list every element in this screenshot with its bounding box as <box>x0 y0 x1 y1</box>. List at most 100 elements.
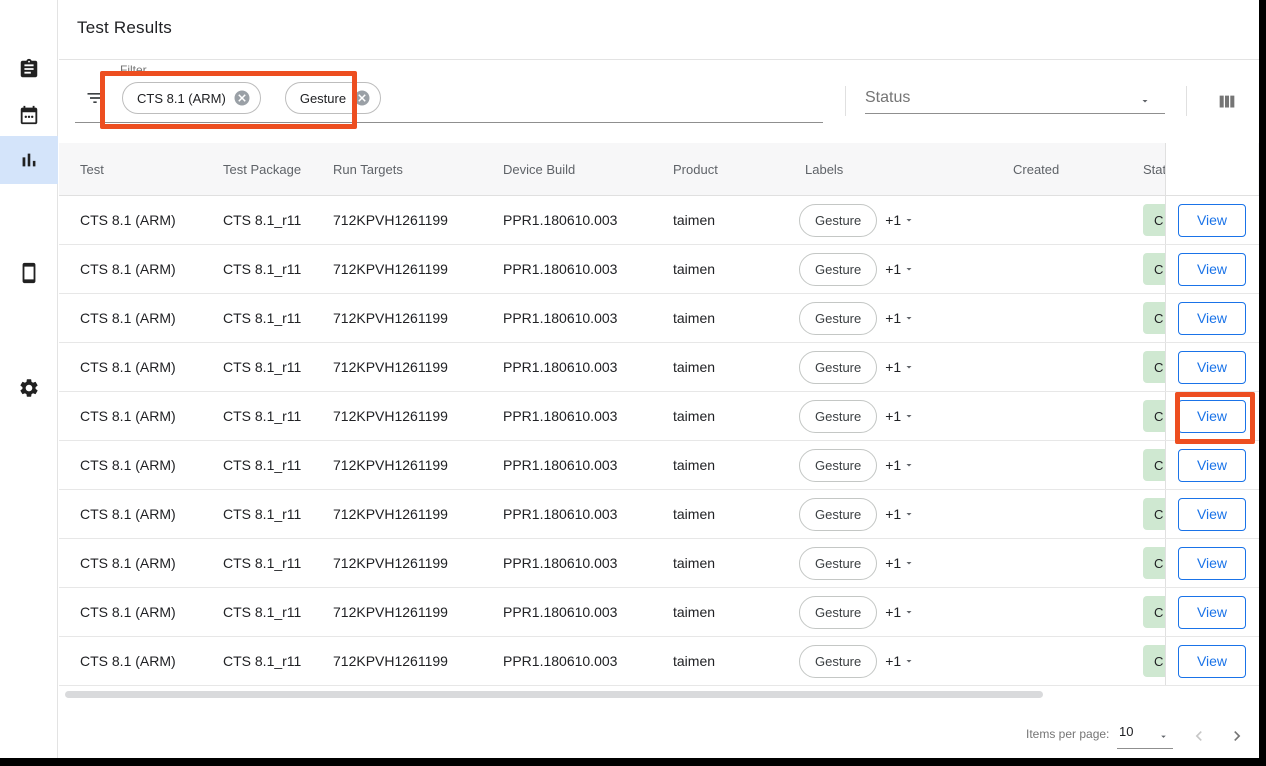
table-row: CTS 8.1 (ARM) CTS 8.1_r11 712KPVH1261199… <box>59 196 1259 245</box>
more-labels-dropdown[interactable]: +1 <box>885 261 915 277</box>
more-labels-dropdown[interactable]: +1 <box>885 457 915 473</box>
label-chip: Gesture <box>799 253 877 286</box>
sidebar-item-test-plans[interactable] <box>0 45 58 93</box>
label-chip: Gesture <box>799 547 877 580</box>
sidebar-item-schedule[interactable] <box>0 91 58 139</box>
table-row: CTS 8.1 (ARM) CTS 8.1_r11 712KPVH1261199… <box>59 441 1259 490</box>
table-row: CTS 8.1 (ARM) CTS 8.1_r11 712KPVH1261199… <box>59 245 1259 294</box>
cell-device-build: PPR1.180610.003 <box>503 261 673 277</box>
more-labels-dropdown[interactable]: +1 <box>885 212 915 228</box>
items-per-page-select[interactable]: 10 <box>1117 722 1173 749</box>
cell-actions: View <box>1165 245 1258 293</box>
view-button[interactable]: View <box>1178 547 1246 580</box>
more-labels-count: +1 <box>885 555 901 571</box>
filter-chip-cts[interactable]: CTS 8.1 (ARM) <box>122 82 261 114</box>
cell-test-package: CTS 8.1_r11 <box>223 408 333 424</box>
more-labels-dropdown[interactable]: +1 <box>885 653 915 669</box>
filter-list-icon[interactable] <box>85 88 105 113</box>
cell-product: taimen <box>673 310 805 326</box>
label-chip: Gesture <box>799 498 877 531</box>
sidebar-item-test-results[interactable] <box>0 136 58 184</box>
cell-test-package: CTS 8.1_r11 <box>223 604 333 620</box>
cell-device-build: PPR1.180610.003 <box>503 359 673 375</box>
cell-product: taimen <box>673 408 805 424</box>
column-header-device-build: Device Build <box>503 162 673 177</box>
view-button[interactable]: View <box>1178 400 1246 433</box>
cell-product: taimen <box>673 506 805 522</box>
next-page-button[interactable] <box>1224 723 1250 749</box>
dropdown-arrow-icon <box>903 214 915 226</box>
status-filter-select[interactable]: Status <box>865 86 1165 114</box>
cell-run-targets: 712KPVH1261199 <box>333 310 503 326</box>
cell-test-package: CTS 8.1_r11 <box>223 212 333 228</box>
cell-status: C <box>1141 204 1165 236</box>
more-labels-dropdown[interactable]: +1 <box>885 408 915 424</box>
cell-actions: View <box>1165 490 1258 538</box>
view-button[interactable]: View <box>1178 449 1246 482</box>
filter-chip-label: CTS 8.1 (ARM) <box>137 91 226 106</box>
cell-labels: Gesture +1 <box>805 302 1013 335</box>
view-button[interactable]: View <box>1178 302 1246 335</box>
dropdown-arrow-icon <box>903 655 915 667</box>
cell-actions: View <box>1165 588 1258 636</box>
page-title: Test Results <box>77 18 172 38</box>
column-header-product: Product <box>673 162 805 177</box>
filter-chip-label: Gesture <box>300 91 346 106</box>
status-chip: C <box>1143 351 1165 383</box>
sidebar <box>0 0 58 758</box>
more-labels-dropdown[interactable]: +1 <box>885 310 915 326</box>
more-labels-count: +1 <box>885 653 901 669</box>
clipboard-icon <box>18 58 40 80</box>
cell-device-build: PPR1.180610.003 <box>503 212 673 228</box>
cell-test-package: CTS 8.1_r11 <box>223 653 333 669</box>
view-button[interactable]: View <box>1178 253 1246 286</box>
cell-test-package: CTS 8.1_r11 <box>223 506 333 522</box>
sidebar-item-settings[interactable] <box>0 364 58 412</box>
view-button[interactable]: View <box>1178 204 1246 237</box>
status-chip: C <box>1143 596 1165 628</box>
cell-test: CTS 8.1 (ARM) <box>80 506 223 522</box>
divider <box>1186 86 1187 116</box>
filter-chip-gesture[interactable]: Gesture <box>285 82 381 114</box>
filter-input-underline[interactable] <box>75 122 823 123</box>
table-row: CTS 8.1 (ARM) CTS 8.1_r11 712KPVH1261199… <box>59 294 1259 343</box>
table-row: CTS 8.1 (ARM) CTS 8.1_r11 712KPVH1261199… <box>59 343 1259 392</box>
view-button[interactable]: View <box>1178 498 1246 531</box>
label-chip: Gesture <box>799 449 877 482</box>
cell-actions: View <box>1165 637 1258 685</box>
chip-remove-icon[interactable] <box>233 89 251 107</box>
more-labels-dropdown[interactable]: +1 <box>885 359 915 375</box>
cell-product: taimen <box>673 555 805 571</box>
cell-test: CTS 8.1 (ARM) <box>80 604 223 620</box>
cell-device-build: PPR1.180610.003 <box>503 408 673 424</box>
view-button[interactable]: View <box>1178 351 1246 384</box>
cell-test: CTS 8.1 (ARM) <box>80 555 223 571</box>
more-labels-dropdown[interactable]: +1 <box>885 555 915 571</box>
more-labels-dropdown[interactable]: +1 <box>885 604 915 620</box>
cell-test: CTS 8.1 (ARM) <box>80 310 223 326</box>
column-header-labels: Labels <box>805 162 1013 177</box>
more-labels-count: +1 <box>885 212 901 228</box>
calendar-icon <box>18 104 40 126</box>
cell-run-targets: 712KPVH1261199 <box>333 555 503 571</box>
cell-actions: View <box>1165 539 1258 587</box>
cell-labels: Gesture +1 <box>805 351 1013 384</box>
cell-labels: Gesture +1 <box>805 204 1013 237</box>
chip-remove-icon[interactable] <box>353 89 371 107</box>
cell-status: C <box>1141 253 1165 285</box>
horizontal-scrollbar[interactable] <box>65 691 1043 698</box>
cell-labels: Gesture +1 <box>805 400 1013 433</box>
more-labels-count: +1 <box>885 261 901 277</box>
status-chip: C <box>1143 645 1165 677</box>
dropdown-arrow-icon <box>903 312 915 324</box>
view-button[interactable]: View <box>1178 596 1246 629</box>
column-header-test: Test <box>80 162 223 177</box>
cell-run-targets: 712KPVH1261199 <box>333 604 503 620</box>
sidebar-item-devices[interactable] <box>0 249 58 297</box>
more-labels-count: +1 <box>885 408 901 424</box>
more-labels-dropdown[interactable]: +1 <box>885 506 915 522</box>
view-columns-icon[interactable] <box>1216 91 1238 118</box>
chevron-right-icon <box>1227 726 1247 746</box>
divider <box>845 86 846 116</box>
view-button[interactable]: View <box>1178 645 1246 678</box>
